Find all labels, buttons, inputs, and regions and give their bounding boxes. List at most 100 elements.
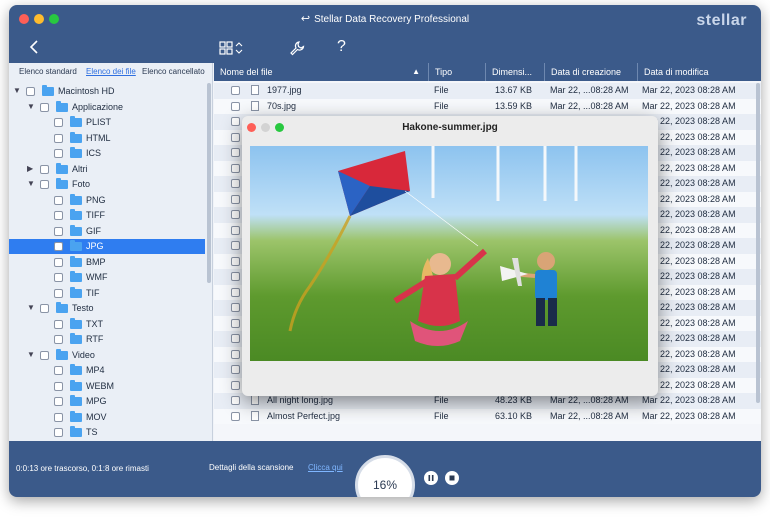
tree-item-checkbox[interactable] xyxy=(40,180,49,189)
scan-progress-ring: 16% xyxy=(355,455,415,497)
tab-deleted-list[interactable]: Elenco cancellato xyxy=(142,67,205,76)
tree-item-checkbox[interactable] xyxy=(54,366,63,375)
tree-item-checkbox[interactable] xyxy=(54,242,63,251)
column-header-size[interactable]: Dimensi... xyxy=(486,63,545,81)
tree-item-macintosh-hd[interactable]: ▼ Macintosh HD xyxy=(9,84,205,99)
tree-item-checkbox[interactable] xyxy=(54,412,63,422)
table-row[interactable]: Almost Perfect.jpg File 63.10 KB Mar 22, ..… xyxy=(214,408,761,424)
disclosure-open-icon[interactable]: ▼ xyxy=(27,102,35,111)
tree-item-applicazione[interactable]: ▼ Applicazione xyxy=(9,100,205,115)
tree-item-checkbox[interactable] xyxy=(40,304,49,313)
tree-item-altri[interactable]: ▶ Altri xyxy=(9,162,205,177)
tab-standard-list[interactable]: Elenco standard xyxy=(19,67,77,76)
row-checkbox[interactable] xyxy=(231,163,240,173)
row-checkbox[interactable] xyxy=(231,287,240,297)
tree-item-bmp[interactable]: BMP xyxy=(9,255,205,270)
tools-button[interactable] xyxy=(289,40,305,61)
row-checkbox[interactable] xyxy=(231,396,240,405)
row-checkbox[interactable] xyxy=(231,318,240,328)
row-checkbox[interactable] xyxy=(231,365,240,374)
tree-item-checkbox[interactable] xyxy=(26,87,35,96)
tree-item-jpg[interactable]: JPG xyxy=(9,239,205,254)
view-mode-button[interactable] xyxy=(219,41,245,60)
stop-icon xyxy=(449,475,455,481)
disclosure-open-icon[interactable]: ▼ xyxy=(27,179,35,188)
tree-item-ts[interactable]: TS xyxy=(9,425,205,440)
row-checkbox[interactable] xyxy=(231,101,240,111)
stop-scan-button[interactable] xyxy=(445,471,459,485)
tree-item-checkbox[interactable] xyxy=(54,257,63,267)
tree-item-mov[interactable]: MOV xyxy=(9,410,205,425)
tree-item-checkbox[interactable] xyxy=(54,397,63,406)
disclosure-open-icon[interactable]: ▼ xyxy=(13,86,21,95)
tree-item-ics[interactable]: ICS xyxy=(9,146,205,161)
column-header-name[interactable]: Nome del file ▲ xyxy=(214,63,429,81)
table-row[interactable]: 1977.jpg File 13.67 KB Mar 22, ...08:28 AM M… xyxy=(214,83,761,99)
row-checkbox[interactable] xyxy=(231,132,240,142)
tree-item-mpg[interactable]: MPG xyxy=(9,394,205,409)
tree-item-checkbox[interactable] xyxy=(54,381,63,391)
help-button[interactable]: ? xyxy=(337,38,346,56)
tree-item-label: TIF xyxy=(86,287,100,298)
tree-item-checkbox[interactable] xyxy=(40,350,49,360)
tree-item-checkbox[interactable] xyxy=(54,133,63,143)
column-header-type[interactable]: Tipo xyxy=(429,63,486,81)
row-checkbox[interactable] xyxy=(231,411,240,421)
tree-item-checkbox[interactable] xyxy=(40,102,49,112)
tree-item-checkbox[interactable] xyxy=(54,226,63,236)
row-checkbox[interactable] xyxy=(231,117,240,126)
tree-item-html[interactable]: HTML xyxy=(9,131,205,146)
tree-item-checkbox[interactable] xyxy=(54,211,63,220)
tree-item-webm[interactable]: WEBM xyxy=(9,379,205,394)
back-button[interactable] xyxy=(29,39,39,60)
tree-scrollbar[interactable] xyxy=(207,83,211,283)
folder-icon xyxy=(42,85,54,96)
tree-item-rtf[interactable]: RTF xyxy=(9,332,205,347)
tab-file-list[interactable]: Elenco dei file xyxy=(86,67,136,76)
row-checkbox[interactable] xyxy=(231,303,240,312)
row-checkbox[interactable] xyxy=(231,194,240,204)
row-checkbox[interactable] xyxy=(231,241,240,250)
tree-item-checkbox[interactable] xyxy=(54,195,63,205)
row-checkbox[interactable] xyxy=(231,380,240,390)
row-checkbox[interactable] xyxy=(231,225,240,235)
column-header-created[interactable]: Data di creazione xyxy=(545,63,638,81)
row-checkbox[interactable] xyxy=(231,210,240,219)
disclosure-closed-icon[interactable]: ▶ xyxy=(27,164,33,173)
tree-item-txt[interactable]: TXT xyxy=(9,317,205,332)
pause-scan-button[interactable] xyxy=(424,471,438,485)
row-checkbox[interactable] xyxy=(231,349,240,359)
column-header-modified[interactable]: Data di modifica xyxy=(638,63,761,81)
tree-item-video[interactable]: ▼ Video xyxy=(9,348,205,363)
tree-item-checkbox[interactable] xyxy=(54,149,63,158)
tree-item-png[interactable]: PNG xyxy=(9,193,205,208)
row-checkbox[interactable] xyxy=(231,179,240,188)
tree-item-checkbox[interactable] xyxy=(54,335,63,344)
table-row[interactable]: 70s.jpg File 13.59 KB Mar 22, ...08:28 AM Ma… xyxy=(214,98,761,114)
table-scrollbar[interactable] xyxy=(756,83,760,403)
disclosure-open-icon[interactable]: ▼ xyxy=(27,303,35,312)
row-checkbox[interactable] xyxy=(231,86,240,95)
tree-item-mp4[interactable]: MP4 xyxy=(9,363,205,378)
tree-item-checkbox[interactable] xyxy=(54,288,63,298)
tree-item-foto[interactable]: ▼ Foto xyxy=(9,177,205,192)
row-checkbox[interactable] xyxy=(231,334,240,343)
tree-item-checkbox[interactable] xyxy=(40,164,49,174)
tree-item-checkbox[interactable] xyxy=(54,428,63,437)
table-header: Nome del file ▲ Tipo Dimensi... Data di … xyxy=(214,63,761,81)
row-checkbox[interactable] xyxy=(231,272,240,281)
tree-item-checkbox[interactable] xyxy=(54,118,63,127)
folder-icon xyxy=(70,364,82,375)
tree-item-checkbox[interactable] xyxy=(54,273,63,282)
row-checkbox[interactable] xyxy=(231,256,240,266)
tree-item-gif[interactable]: GIF xyxy=(9,224,205,239)
disclosure-open-icon[interactable]: ▼ xyxy=(27,350,35,359)
scan-details-link[interactable]: Clicca qui xyxy=(308,463,343,472)
tree-item-plist[interactable]: PLIST xyxy=(9,115,205,130)
tree-item-testo[interactable]: ▼ Testo xyxy=(9,301,205,316)
row-checkbox[interactable] xyxy=(231,148,240,157)
tree-item-tif[interactable]: TIF xyxy=(9,286,205,301)
tree-item-checkbox[interactable] xyxy=(54,319,63,329)
tree-item-tiff[interactable]: TIFF xyxy=(9,208,205,223)
tree-item-wmf[interactable]: WMF xyxy=(9,270,205,285)
